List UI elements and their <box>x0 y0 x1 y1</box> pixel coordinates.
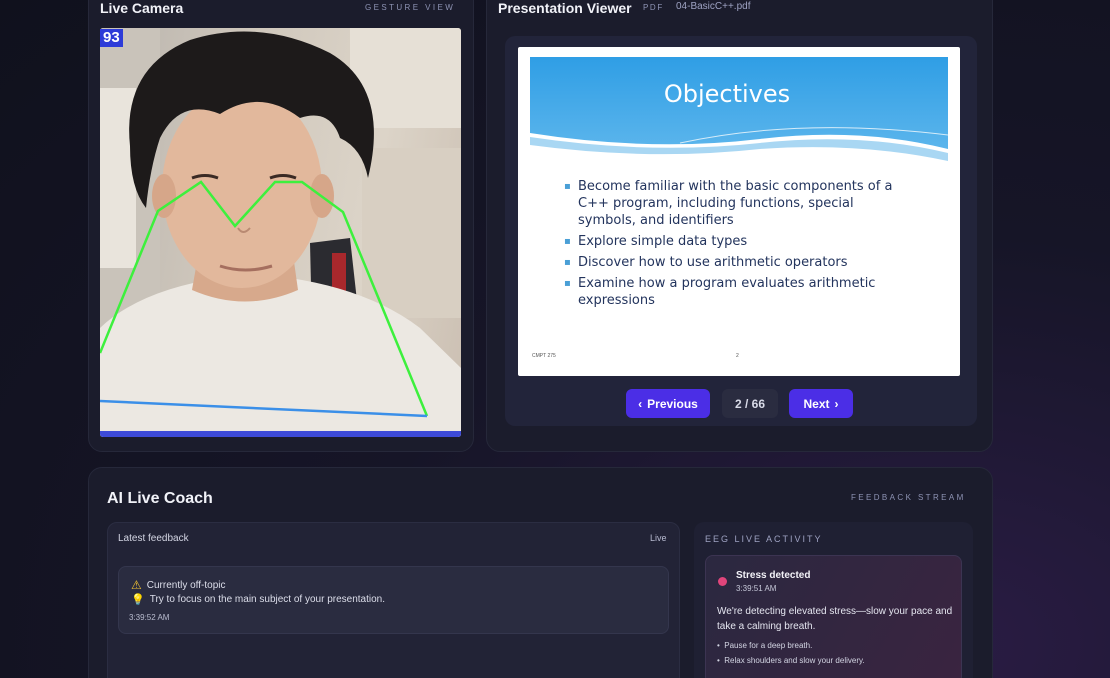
status-dot <box>718 577 727 586</box>
feedback-alert: ⚠ Currently off-topic 💡 Try to focus on … <box>118 566 669 634</box>
fps-counter: 93 <box>100 29 123 47</box>
stress-title: Stress detected <box>736 570 811 581</box>
stress-tip: • Relax shoulders and slow your delivery… <box>717 656 865 665</box>
alert-title: Currently off-topic <box>146 579 226 591</box>
stress-tip: • Pause for a deep breath. <box>717 641 813 650</box>
stress-message: We're detecting elevated stress—slow you… <box>717 606 953 632</box>
slide-footer-course: CMPT 275 <box>532 353 556 359</box>
lightbulb-icon: 💡 <box>131 594 145 606</box>
hint-line: 💡 Try to focus on the main subject of yo… <box>131 593 385 606</box>
chevron-left-icon: ‹ <box>638 396 643 411</box>
slide: Objectives Become familiar with the basi… <box>518 47 960 376</box>
stress-timestamp: 3:39:51 AM <box>736 584 777 593</box>
camera-title: Live Camera <box>100 0 184 16</box>
slide-header-banner <box>530 57 948 161</box>
camera-feed <box>100 28 461 437</box>
coach-title: AI Live Coach <box>107 490 213 507</box>
gesture-view-tag: GESTURE VIEW <box>365 3 456 12</box>
previous-button[interactable]: ‹ Previous <box>626 389 710 418</box>
feedback-timestamp: 3:39:52 AM <box>129 613 170 622</box>
file-type-tag: PDF <box>643 3 664 12</box>
alert-hint: Try to focus on the main subject of your… <box>149 594 386 605</box>
feedback-stream-tag: FEEDBACK STREAM <box>851 493 966 502</box>
next-button[interactable]: Next › <box>789 389 853 418</box>
feedback-header: Latest feedback <box>118 533 189 544</box>
slide-bullet: Become familiar with the basic component… <box>564 178 914 229</box>
slide-footer-page: 2 <box>736 353 739 359</box>
slide-bullet: Discover how to use arithmetic operators <box>564 254 914 271</box>
off-topic-line: ⚠ Currently off-topic <box>131 578 226 592</box>
slide-bullet: Examine how a program evaluates arithmet… <box>564 275 914 309</box>
presentation-title: Presentation Viewer <box>498 0 632 16</box>
eeg-header: EEG LIVE ACTIVITY <box>705 534 823 544</box>
slide-bullet-list: Become familiar with the basic component… <box>564 178 914 313</box>
slide-title: Objectives <box>663 80 791 108</box>
webcam-image <box>100 28 461 437</box>
slide-bullet: Explore simple data types <box>564 233 914 250</box>
stress-alert-card: Stress detected 3:39:51 AM We're detecti… <box>705 555 962 678</box>
chevron-right-icon: › <box>834 396 839 411</box>
previous-label: Previous <box>647 396 698 411</box>
warning-icon: ⚠ <box>131 578 142 592</box>
live-status: Live <box>650 533 667 543</box>
next-label: Next <box>803 396 830 411</box>
page-indicator: 2 / 66 <box>722 389 778 418</box>
file-name: 04-BasicC++.pdf <box>676 1 751 12</box>
